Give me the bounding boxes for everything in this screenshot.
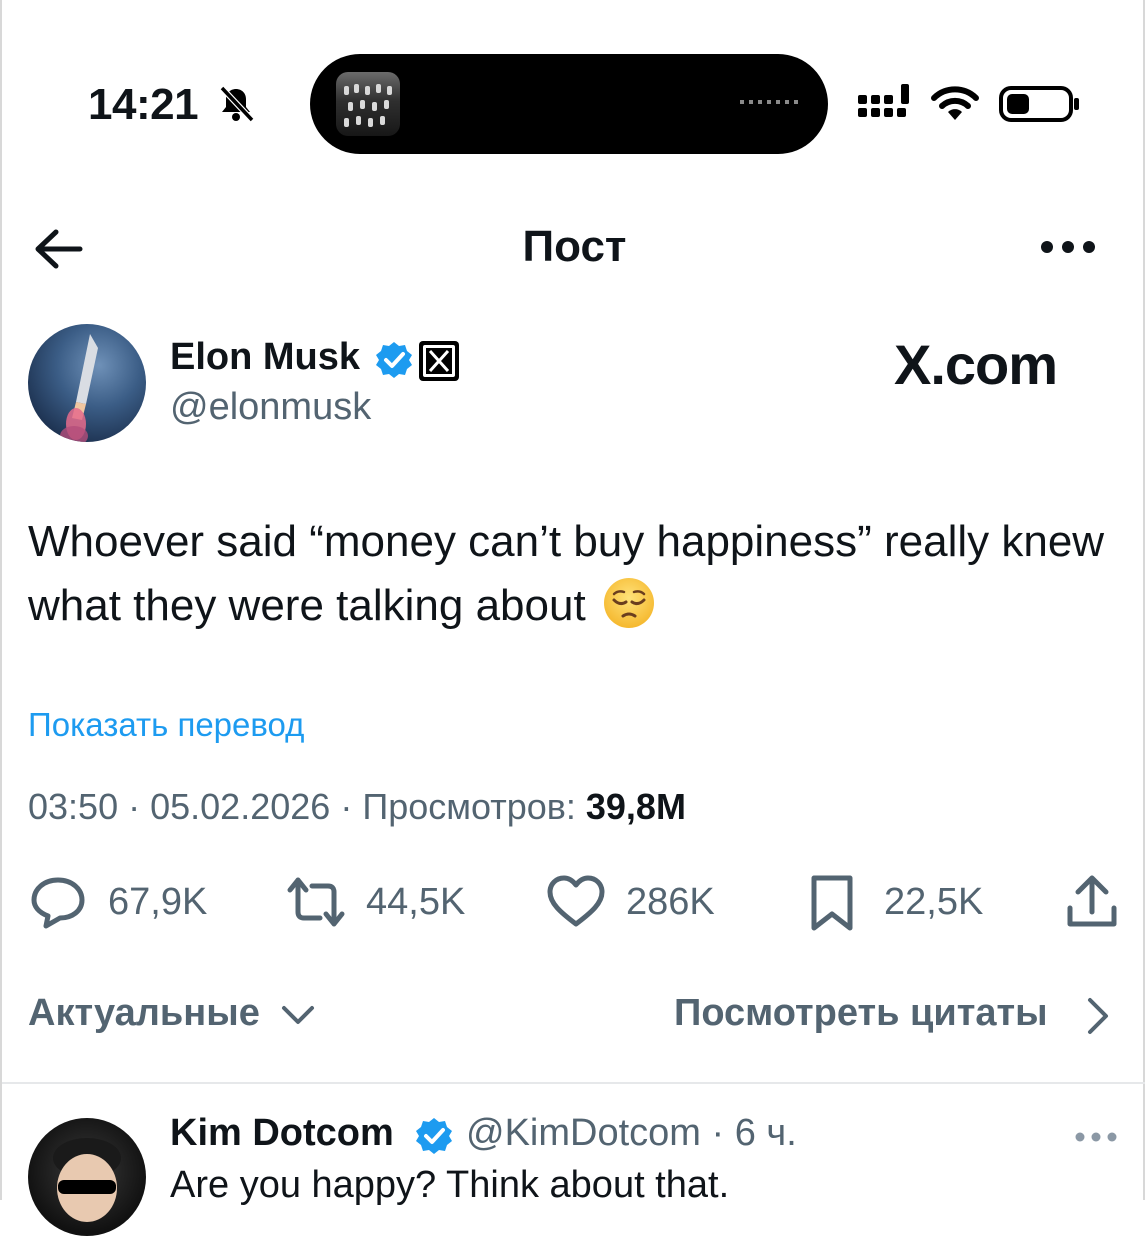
sort-replies-dropdown[interactable]: Актуальные [28,992,260,1035]
show-translation-link[interactable]: Показать перевод [28,706,304,744]
cellular-signal-icon [858,84,909,117]
reply-button[interactable]: 67,9K [28,872,207,932]
watermark-text: X.com [894,333,1058,396]
repost-icon [287,877,345,927]
post-date: 05.02.2026 [150,786,331,827]
bookmark-icon [811,875,853,931]
status-time: 14:21 [88,80,199,129]
rocket-launch-image [60,334,98,442]
post-time: 03:50 [28,786,119,827]
views-count: 39,8M [585,786,686,827]
verified-badge-icon [376,342,412,378]
like-button[interactable]: 286K [546,872,715,932]
x-logo-badge-icon [419,341,459,381]
heart-icon [547,875,605,927]
reply-author-handle: @KimDotcom [466,1112,701,1154]
reply-count: 67,9K [108,880,208,923]
repost-count: 44,5K [366,880,466,923]
reply-author-avatar[interactable] [28,1118,146,1236]
battery-icon [999,86,1079,122]
reply-bubble-icon [31,877,85,929]
now-playing-artwork [336,72,400,136]
pensive-face-emoji-icon [603,578,654,628]
author-avatar[interactable] [28,324,146,442]
reply-author-name[interactable]: Kim Dotcom [170,1112,394,1155]
bell-slash-icon [219,85,255,123]
post-meta: 03:50 · 05.02.2026 · Просмотров: 39,8M [28,786,686,828]
like-count: 286K [626,880,715,923]
divider [2,1082,1145,1084]
view-quotes-link[interactable]: Посмотреть цитаты [674,992,1048,1035]
post-text: Whoever said “money can’t buy happiness”… [28,510,1108,638]
bookmark-button[interactable]: 22,5K [804,872,983,932]
share-icon[interactable] [1062,872,1122,932]
views-label: Просмотров: [362,786,576,827]
waveform-icon [740,100,800,104]
reply-time-ago: 6 ч. [734,1112,797,1154]
more-options-icon[interactable] [1038,236,1098,258]
reply-avatar-image [53,1138,121,1222]
page-title: Пост [522,222,627,271]
separator-dot: · [711,1112,735,1154]
reply-handle-and-time[interactable]: @KimDotcom · 6 ч. [466,1112,797,1155]
separator-dot: · [340,786,363,827]
wifi-icon [931,86,979,120]
author-name[interactable]: Elon Musk [170,336,360,379]
post-text-content: Whoever said “money can’t buy happiness”… [28,517,1105,630]
reply-text: Are you happy? Think about that. [170,1164,730,1206]
author-handle[interactable]: @elonmusk [170,386,371,429]
reply-more-options-icon[interactable] [1074,1128,1118,1146]
dynamic-island[interactable] [310,54,828,154]
verified-badge-icon [416,1118,452,1154]
separator-dot: · [128,786,151,827]
chevron-right-icon[interactable] [1082,996,1114,1036]
chevron-down-icon[interactable] [278,998,318,1032]
bookmark-count: 22,5K [884,880,984,923]
repost-button[interactable]: 44,5K [286,872,465,932]
